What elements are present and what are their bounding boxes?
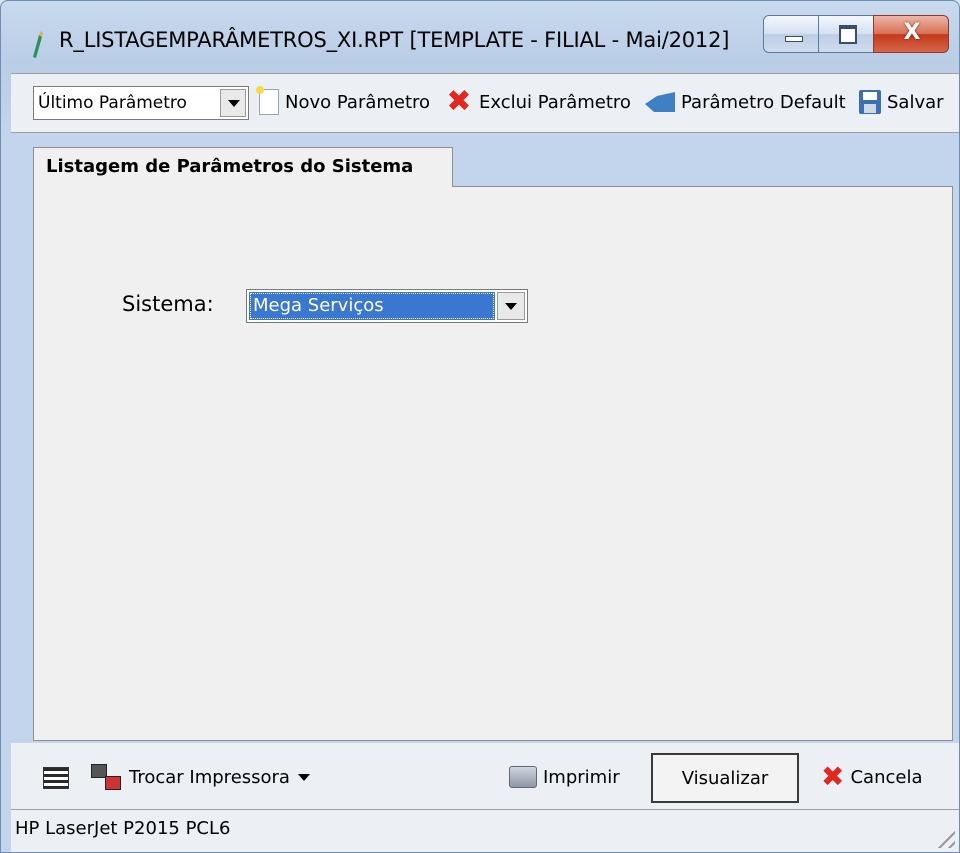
maximize-button[interactable] [818,15,874,53]
save-button[interactable]: Salvar [859,84,944,120]
cancel-button[interactable]: ✖ Cancela [821,761,922,793]
preview-label: Visualizar [681,767,769,789]
switch-printer-icon [91,762,123,792]
title-bar[interactable]: R_LISTAGEMPARÂMETROS_XI.RPT [TEMPLATE - … [1,1,959,71]
last-parameter-value: Último Parâmetro [38,93,187,113]
chevron-down-icon[interactable] [497,292,525,320]
chevron-down-icon[interactable] [220,89,246,117]
last-parameter-combo[interactable]: Último Parâmetro [33,86,249,120]
sistema-select[interactable]: Mega Serviços [246,289,528,323]
dropdown-caret-icon [297,773,310,781]
print-button[interactable]: Imprimir [509,761,620,793]
resize-grip-icon[interactable] [933,826,955,848]
maximize-icon [839,25,857,44]
sistema-selected-value: Mega Serviços [249,292,495,320]
printer-settings-button[interactable] [41,761,69,793]
print-label: Imprimir [543,766,620,788]
status-bar: HP LaserJet P2015 PCL6 [11,809,959,852]
minimize-button[interactable] [763,15,819,53]
sistema-label: Sistema: [122,292,214,316]
tab-label: Listagem de Parâmetros do Sistema [46,156,414,177]
delete-x-icon: ✖ [446,84,472,119]
app-window: R_LISTAGEMPARÂMETROS_XI.RPT [TEMPLATE - … [0,0,960,853]
floppy-disk-icon [859,90,881,114]
new-parameter-label: Novo Parâmetro [285,91,431,113]
current-printer: HP LaserJet P2015 PCL6 [15,818,231,839]
toolbar: Último Parâmetro Novo Parâmetro ✖ Exclui… [11,73,959,133]
default-arrow-icon [645,92,675,112]
action-bar: Trocar Impressora Imprimir Visualizar ✖ … [11,743,959,809]
printer-settings-icon [41,763,69,791]
tab-parameters-list[interactable]: Listagem de Parâmetros do Sistema [33,147,453,187]
delete-parameter-button[interactable]: ✖ Exclui Parâmetro [445,84,631,120]
new-parameter-button[interactable]: Novo Parâmetro [256,84,431,120]
default-parameter-button[interactable]: Parâmetro Default [645,84,846,120]
cancel-label: Cancela [850,766,923,788]
close-button[interactable]: X [873,15,949,53]
cancel-x-icon: ✖ [821,760,845,793]
tab-panel: Sistema: Mega Serviços [33,186,953,741]
save-label: Salvar [887,91,944,113]
window-controls: X [763,15,949,55]
window-title: R_LISTAGEMPARÂMETROS_XI.RPT [TEMPLATE - … [59,28,730,52]
delete-parameter-label: Exclui Parâmetro [479,91,631,113]
switch-printer-label: Trocar Impressora [129,766,290,788]
switch-printer-button[interactable]: Trocar Impressora [91,761,310,793]
minimize-icon [785,36,803,42]
new-document-icon [256,86,279,115]
default-parameter-label: Parâmetro Default [681,91,846,113]
preview-button[interactable]: Visualizar [651,753,799,803]
printer-icon [509,766,537,788]
app-icon [33,31,43,58]
close-icon: X [903,20,921,45]
